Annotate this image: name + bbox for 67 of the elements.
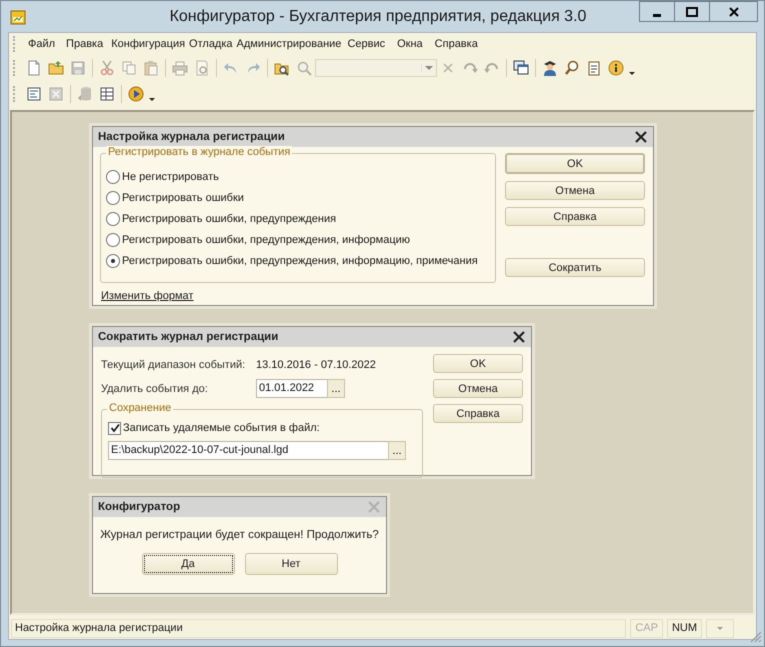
close-icon[interactable] — [513, 331, 525, 343]
date-field[interactable]: 01.01.2022 — [256, 379, 328, 398]
close-icon[interactable] — [635, 131, 647, 143]
maximize-button[interactable] — [674, 1, 710, 22]
button[interactable]: OK — [433, 354, 523, 373]
notepad-icon[interactable] — [586, 60, 602, 76]
radio-button[interactable] — [106, 232, 120, 246]
button[interactable]: Нет — [244, 553, 338, 575]
radio-button[interactable] — [106, 212, 120, 226]
menu-item[interactable]: Администрирование — [234, 38, 344, 50]
info-icon[interactable] — [608, 60, 624, 76]
menu-item[interactable]: Окна — [393, 38, 431, 50]
table-icon[interactable] — [99, 86, 115, 102]
option-label[interactable]: Не регистрировать — [122, 170, 219, 182]
option-label[interactable]: Регистрировать ошибки, предупреждения, информацию, примечания — [122, 254, 478, 266]
form-icon[interactable] — [26, 86, 42, 102]
key-indicator: CAP — [630, 618, 663, 638]
button[interactable]: Справка — [505, 207, 645, 226]
button[interactable]: Сократить — [505, 258, 645, 277]
field-label: Удалить события до: — [101, 382, 209, 394]
app-icon[interactable] — [10, 8, 26, 24]
status-text: Настройка журнала регистрации — [11, 618, 626, 638]
option-label[interactable]: Регистрировать ошибки — [122, 192, 244, 204]
option-label[interactable]: Регистрировать ошибки, предупреждения — [122, 212, 336, 224]
search-icon[interactable] — [564, 60, 580, 76]
dialog-title: Сократить журнал регистрации — [98, 331, 278, 343]
menu-item[interactable]: Правка — [61, 38, 110, 50]
radio-button[interactable] — [106, 170, 120, 184]
group-label: Сохранение — [107, 402, 174, 414]
menu-item[interactable]: Файл — [23, 38, 62, 50]
group-label: Регистрировать в журнале события — [106, 146, 292, 158]
menu-item[interactable]: Справка — [430, 38, 486, 50]
window-title: Конфигуратор - Бухгалтерия предприятия, редакция 3.0 — [168, 8, 588, 26]
key-indicator: NUM — [666, 618, 702, 638]
menu-item[interactable]: Конфигурация — [109, 38, 188, 50]
close-button[interactable] — [709, 1, 758, 22]
windows-icon[interactable] — [513, 60, 529, 76]
radio-button[interactable] — [106, 254, 120, 268]
button[interactable]: Отмена — [505, 181, 645, 200]
field-label: Текущий диапазон событий: — [101, 358, 246, 370]
menu-item[interactable]: Сервис — [343, 38, 394, 50]
dialog-title: Конфигуратор — [98, 501, 180, 513]
resize-grip-icon[interactable] — [748, 629, 762, 643]
graduate-icon[interactable] — [542, 60, 558, 76]
radio-button[interactable] — [106, 190, 120, 204]
option-label[interactable]: Регистрировать ошибки, предупреждения, информацию — [122, 234, 410, 246]
button[interactable]: Отмена — [433, 379, 523, 398]
maximize-icon — [686, 6, 698, 16]
minimize-button[interactable] — [639, 1, 675, 22]
minimize-icon — [653, 14, 661, 17]
checkbox[interactable] — [108, 422, 121, 434]
range-value: 13.10.2016 - 07.10.2022 — [256, 358, 376, 370]
menu-item[interactable]: Отладка — [187, 38, 235, 50]
play-icon[interactable] — [128, 86, 144, 102]
checkbox-label[interactable]: Записать удаляемые события в файл: — [123, 422, 320, 434]
select-button[interactable]: ... — [327, 379, 345, 398]
button[interactable]: Да — [142, 553, 234, 575]
file-path-field[interactable]: E:\backup\2022-10-07-cut-jounal.lgd — [108, 441, 389, 460]
document-icon[interactable] — [26, 60, 42, 76]
close-icon — [728, 6, 738, 16]
dialog-title: Настройка журнала регистрации — [98, 131, 285, 143]
button[interactable]: Справка — [433, 404, 523, 423]
folder-icon[interactable] — [48, 60, 64, 76]
select-button[interactable]: ... — [388, 441, 406, 460]
format-link[interactable]: Изменить формат — [101, 290, 194, 302]
message-text: Журнал регистрации будет сокращен! Продолжить? — [100, 529, 379, 541]
button[interactable]: OK — [505, 153, 645, 174]
